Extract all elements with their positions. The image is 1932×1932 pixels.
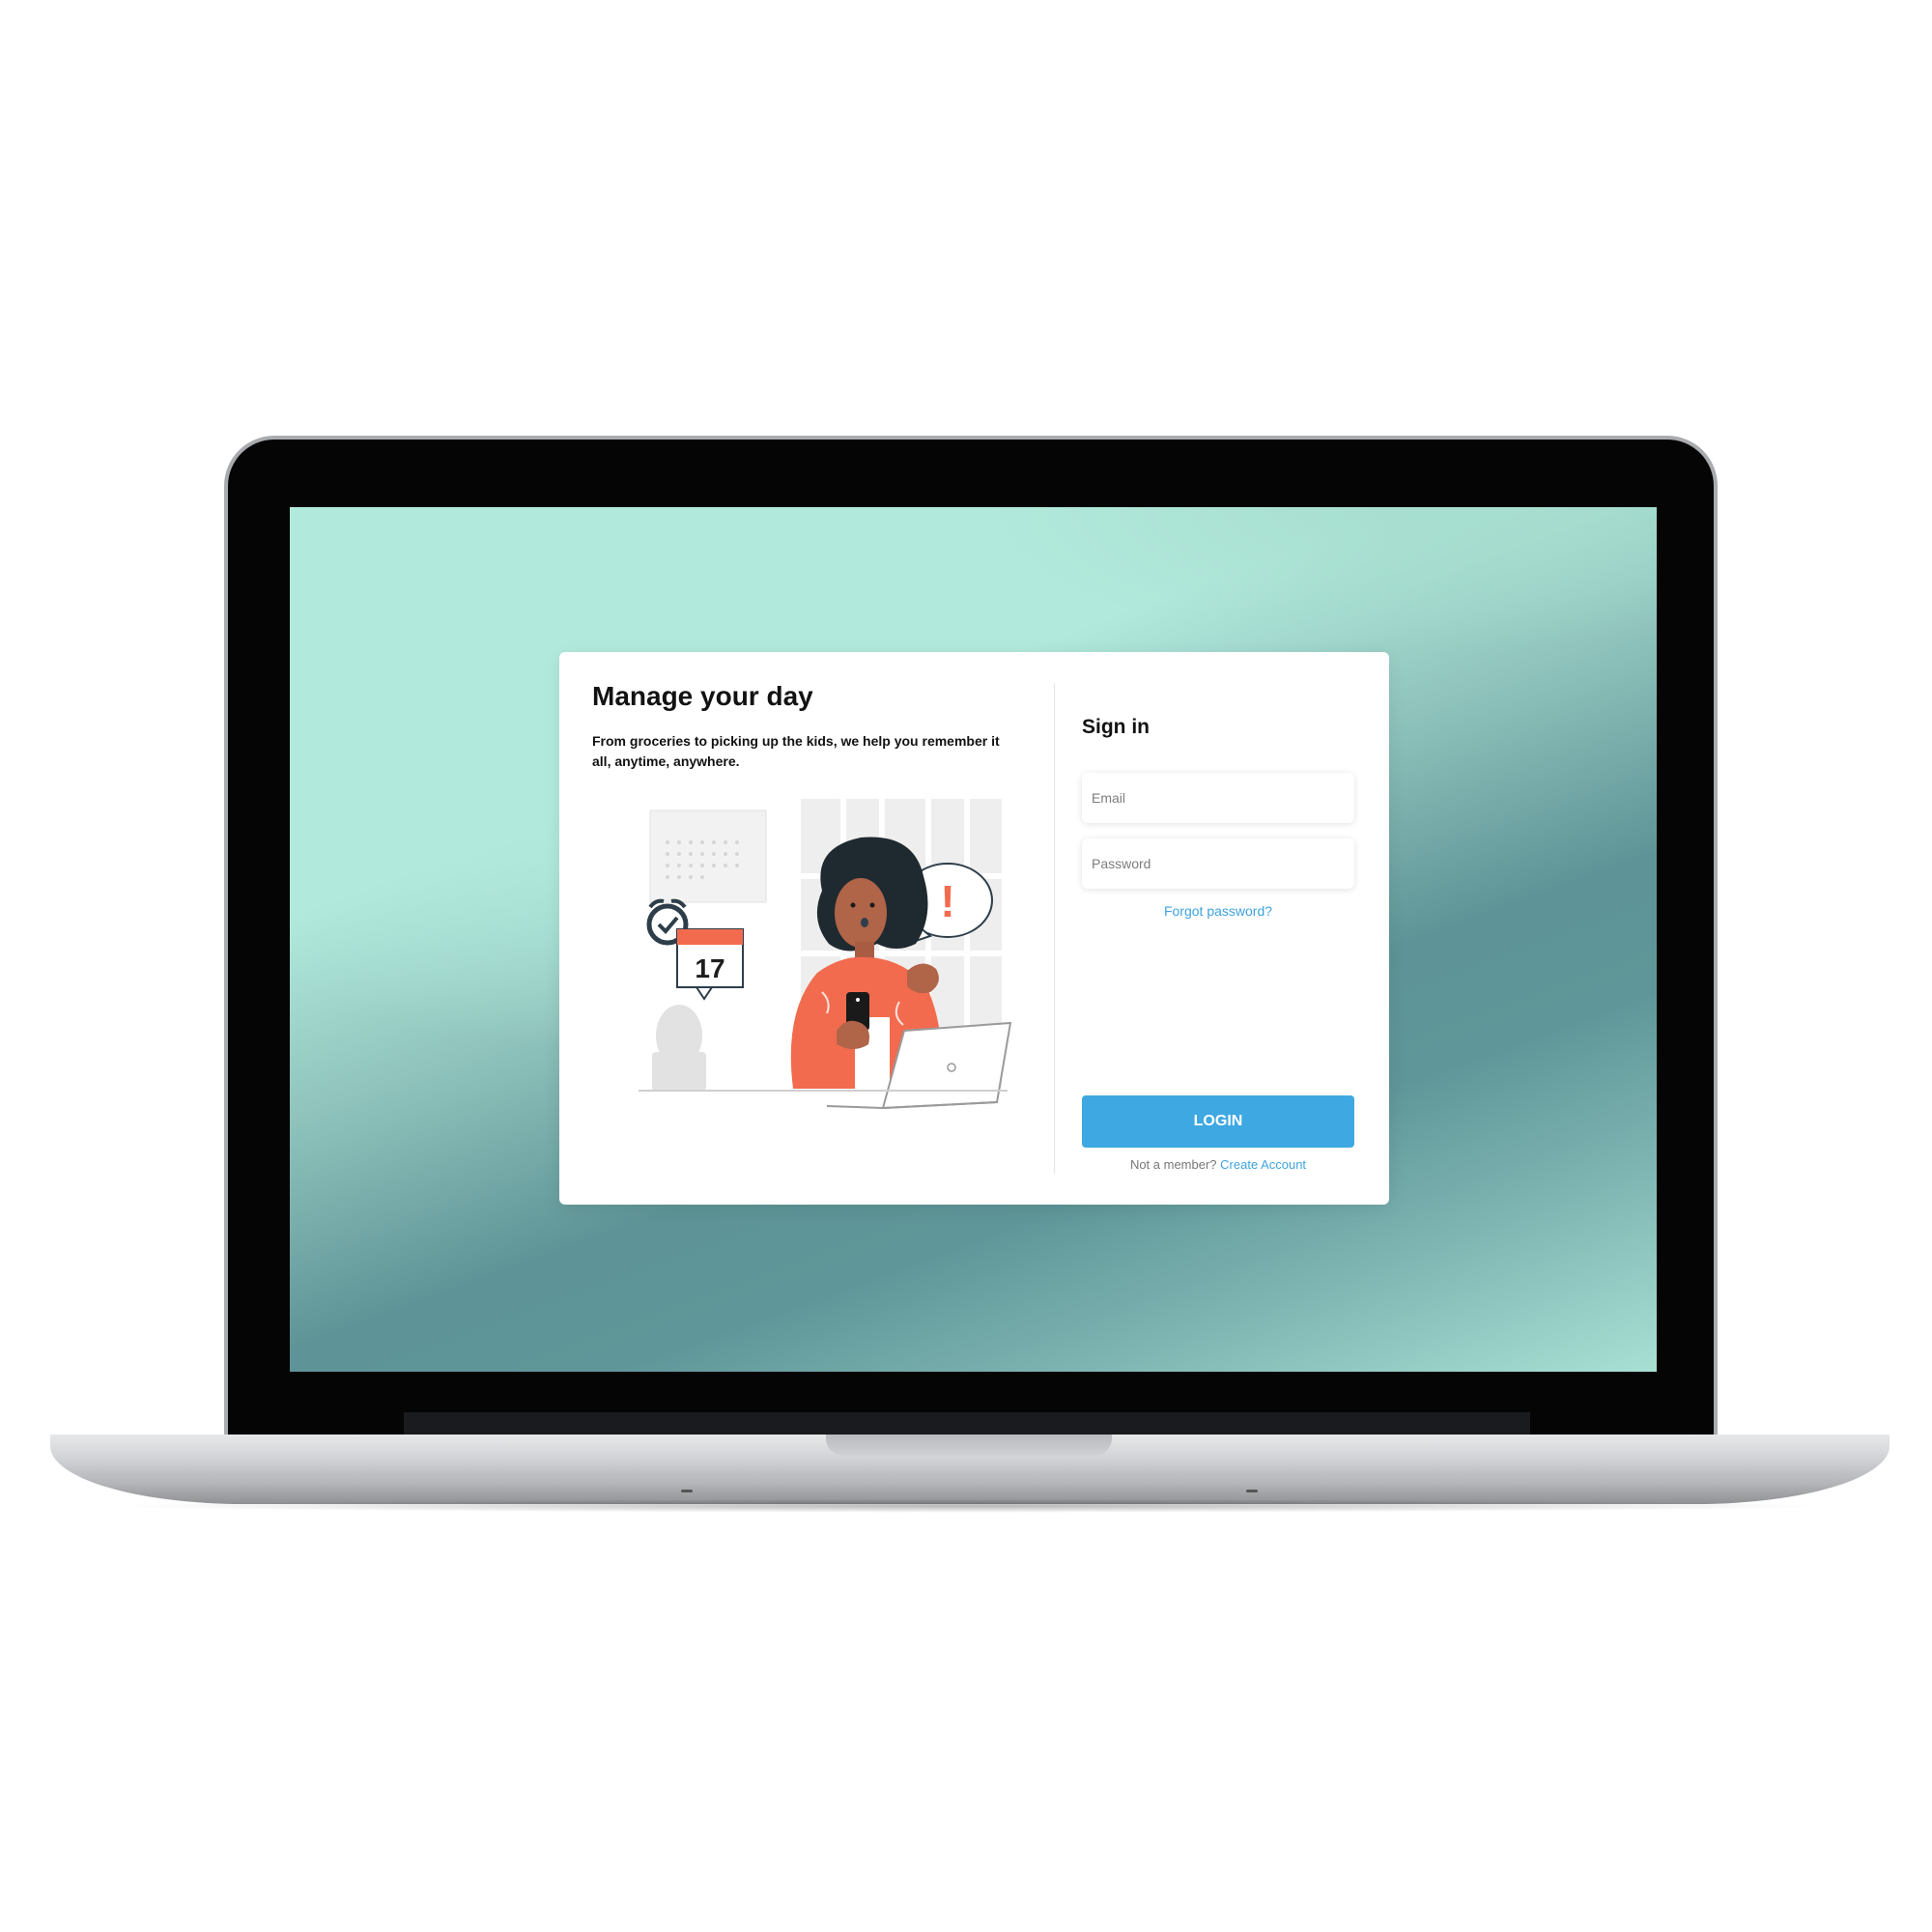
woman-with-phone-illustration: 17 ! (639, 799, 1012, 1110)
woman-face (835, 878, 887, 948)
panel-divider (1054, 683, 1055, 1174)
laptop-notch (826, 1435, 1112, 1456)
alert-symbol: ! (940, 876, 954, 926)
not-member-text: Not a member? (1129, 1157, 1217, 1172)
laptop-shadow (106, 1499, 1835, 1513)
signup-row: Not a member? Create Account (1082, 1157, 1354, 1172)
calendar-day: 17 (695, 953, 724, 983)
laptop-hinge (404, 1412, 1530, 1435)
login-card: Manage your day From groceries to pickin… (559, 652, 1389, 1205)
laptop-foot (681, 1490, 693, 1492)
forgot-password-link[interactable]: Forgot password? (1082, 903, 1354, 919)
page-subtitle: From groceries to picking up the kids, w… (592, 733, 1000, 769)
cactus-plant (652, 1005, 706, 1091)
create-account-link[interactable]: Create Account (1220, 1157, 1306, 1172)
laptop-foot (1246, 1490, 1258, 1492)
email-field[interactable] (1082, 773, 1354, 823)
password-field[interactable] (1082, 838, 1354, 889)
wall-calendar-shape (649, 810, 767, 903)
signin-title: Sign in (1082, 716, 1150, 738)
page-title: Manage your day (592, 681, 813, 711)
calendar-date-icon: 17 (676, 928, 744, 1001)
login-button[interactable]: LOGIN (1082, 1095, 1354, 1148)
